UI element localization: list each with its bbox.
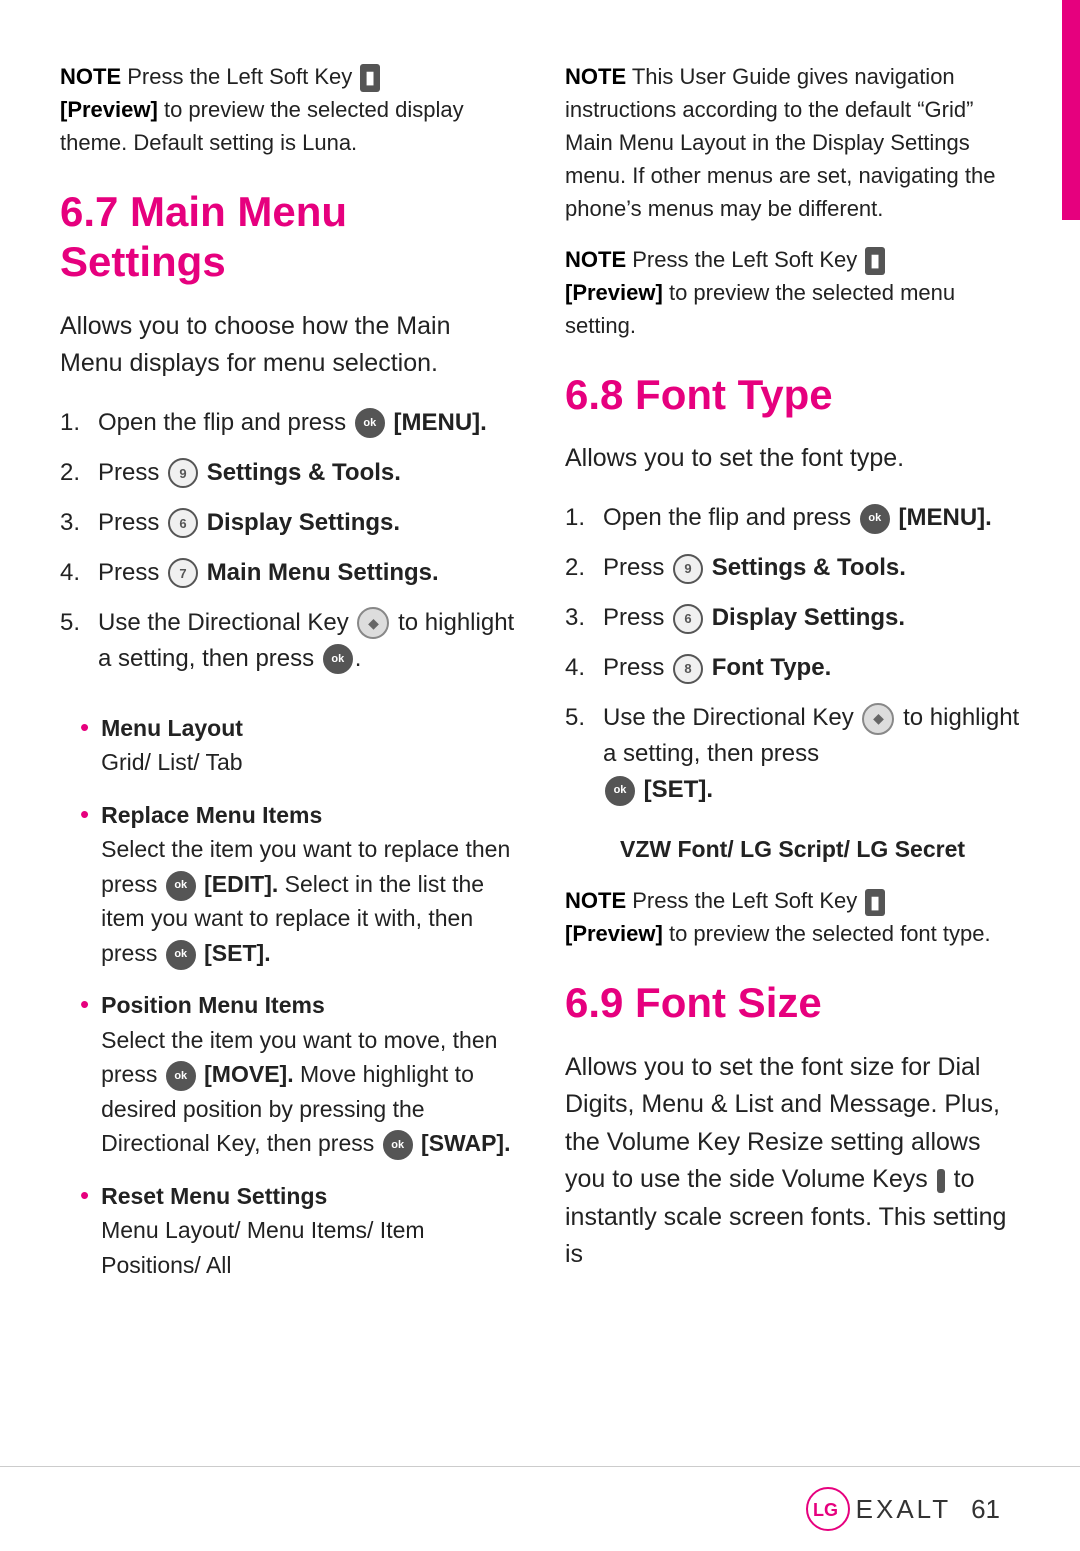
- lg-logo-icon: LG: [806, 1487, 850, 1531]
- section-68-steps: 1. Open the flip and press ok [MENU]. 2.…: [565, 500, 1020, 822]
- soft-key-icon-mid: ▮: [865, 247, 884, 275]
- section-67-intro: Allows you to choose how the Main Menu d…: [60, 308, 515, 383]
- r-icon-8: 8: [673, 654, 703, 684]
- r-icon-9: 9: [673, 554, 703, 584]
- r-icon-6: 6: [673, 604, 703, 634]
- note-label-bottom68: NOTE: [565, 888, 626, 913]
- ok-icon-r5: ok: [605, 776, 635, 806]
- note-bottom-68: NOTE Press the Left Soft Key ▮ [Preview]…: [565, 884, 1020, 950]
- r-step-5: 5. Use the Directional Key to highlight …: [565, 700, 1020, 808]
- soft-key-icon: ▮: [360, 64, 379, 92]
- footer-logo-area: LG: [806, 1487, 850, 1531]
- icon-7: 7: [168, 558, 198, 588]
- note-label: NOTE: [60, 64, 121, 89]
- bullet-reset-menu: • Reset Menu Settings Menu Layout/ Menu …: [80, 1179, 515, 1283]
- step-3: 3. Press 6 Display Settings.: [60, 505, 515, 541]
- note-bracket-bottom68: [Preview]: [565, 921, 663, 946]
- note-text-mid: Press the Left Soft Key: [632, 247, 863, 272]
- bullet-replace-menu: • Replace Menu Items Select the item you…: [80, 798, 515, 971]
- ok-icon-move: ok: [166, 1061, 196, 1091]
- section-67-steps: 1. Open the flip and press ok [MENU]. 2.…: [60, 405, 515, 691]
- footer-brand: EXALT: [856, 1494, 951, 1525]
- section-67-heading: 6.7 Main Menu Settings: [60, 187, 515, 288]
- ok-icon-r1: ok: [860, 504, 890, 534]
- note-bracket: [Preview]: [60, 97, 158, 122]
- section-68-heading: 6.8 Font Type: [565, 370, 1020, 420]
- font-options: VZW Font/ LG Script/ LG Secret: [620, 832, 1020, 867]
- directional-key-icon: [357, 607, 389, 639]
- note-text-right: This User Guide gives navigation instruc…: [565, 64, 995, 221]
- section-69-heading: 6.9 Font Size: [565, 978, 1020, 1028]
- ok-icon-2: ok: [323, 644, 353, 674]
- r-step-4: 4. Press 8 Font Type.: [565, 650, 1020, 686]
- ok-icon: ok: [355, 408, 385, 438]
- section-68-intro: Allows you to set the font type.: [565, 440, 1020, 478]
- note-text-bottom68-1: Press the Left Soft Key: [632, 888, 863, 913]
- note-text-bottom68-2: to preview the selected font type.: [669, 921, 991, 946]
- lg-svg-icon: LG: [813, 1498, 843, 1520]
- note-label-right: NOTE: [565, 64, 626, 89]
- volume-key-icon: [937, 1169, 945, 1193]
- step-5: 5. Use the Directional Key to highlight …: [60, 605, 515, 677]
- bullet-position-menu: • Position Menu Items Select the item yo…: [80, 988, 515, 1161]
- r-step-1: 1. Open the flip and press ok [MENU].: [565, 500, 1020, 536]
- svg-text:LG: LG: [813, 1500, 838, 1520]
- note-top-right: NOTE This User Guide gives navigation in…: [565, 60, 1020, 225]
- icon-6: 6: [168, 508, 198, 538]
- footer: LG EXALT 61: [0, 1466, 1080, 1551]
- step-4: 4. Press 7 Main Menu Settings.: [60, 555, 515, 591]
- ok-icon-edit: ok: [166, 871, 196, 901]
- note-label-mid: NOTE: [565, 247, 626, 272]
- ok-icon-set: ok: [166, 940, 196, 970]
- footer-page-number: 61: [971, 1494, 1000, 1525]
- note-text1: Press the Left Soft Key: [127, 64, 358, 89]
- section-69-intro: Allows you to set the font size for Dial…: [565, 1049, 1020, 1274]
- icon-9: 9: [168, 458, 198, 488]
- pink-accent-bar: [1062, 0, 1080, 220]
- note-bracket-mid: [Preview]: [565, 280, 663, 305]
- step-2: 2. Press 9 Settings & Tools.: [60, 455, 515, 491]
- page: NOTE Press the Left Soft Key ▮ [Preview]…: [0, 0, 1080, 1551]
- bullet-menu-layout: • Menu Layout Grid/ List/ Tab: [80, 711, 515, 780]
- r-directional-key-icon: [862, 703, 894, 735]
- r-step-3: 3. Press 6 Display Settings.: [565, 600, 1020, 636]
- soft-key-icon-bottom: ▮: [865, 889, 884, 917]
- left-column: NOTE Press the Left Soft Key ▮ [Preview]…: [60, 60, 515, 1466]
- note-middle-right: NOTE Press the Left Soft Key ▮ [Preview]…: [565, 243, 1020, 342]
- ok-icon-swap: ok: [383, 1130, 413, 1160]
- r-step-2: 2. Press 9 Settings & Tools.: [565, 550, 1020, 586]
- bullet-list-67: • Menu Layout Grid/ List/ Tab • Replace …: [80, 711, 515, 1301]
- note-top-left: NOTE Press the Left Soft Key ▮ [Preview]…: [60, 60, 515, 159]
- right-column: NOTE This User Guide gives navigation in…: [565, 60, 1020, 1466]
- content-area: NOTE Press the Left Soft Key ▮ [Preview]…: [0, 0, 1080, 1466]
- step-1: 1. Open the flip and press ok [MENU].: [60, 405, 515, 441]
